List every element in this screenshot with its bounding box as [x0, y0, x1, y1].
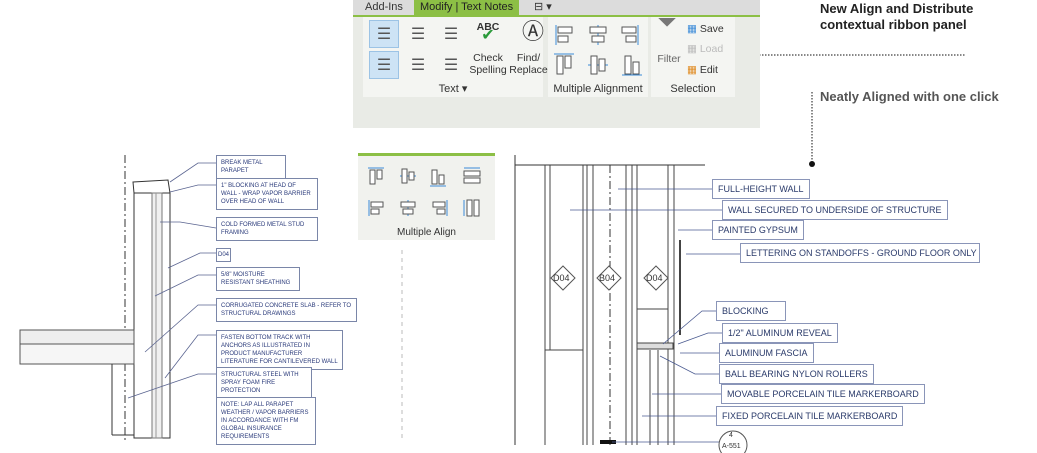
text-note[interactable]: ALUMINUM FASCIA: [719, 343, 814, 363]
text-note[interactable]: FIXED PORCELAIN TILE MARKERBOARD: [716, 406, 904, 426]
align-center-icon: [589, 25, 607, 45]
text-panel-label[interactable]: Text ▾: [363, 82, 543, 95]
align-bottom-icon: [622, 55, 642, 76]
text-note[interactable]: 5/8" MOISTURE RESISTANT SHEATHING: [216, 267, 300, 291]
text-note[interactable]: CORRUGATED CONCRETE SLAB - REFER TO STRU…: [216, 298, 357, 322]
wall-tag: B04: [599, 273, 616, 283]
text-note[interactable]: BLOCKING: [716, 301, 786, 321]
align-text-middle-icon[interactable]: ☰: [403, 20, 433, 48]
tab-add-ins[interactable]: Add-Ins: [359, 0, 409, 15]
align-text-center-icon[interactable]: ☰: [403, 51, 433, 79]
save-selection-button[interactable]: ▦ Save: [687, 23, 724, 35]
align-left-icon: [555, 25, 573, 45]
text-note[interactable]: 1/2" ALUMINUM REVEAL: [722, 323, 838, 343]
text-panel: ☰ ☰ ☰ ☰ ☰ ☰ ABC ✔ Check Spelling Ⓐ Find/…: [363, 17, 548, 97]
text-note[interactable]: BREAK METAL PARAPET: [216, 155, 286, 179]
checkmark-icon: ✔: [481, 27, 495, 44]
multiple-alignment-label: Multiple Alignment: [553, 83, 643, 95]
text-note[interactable]: PAINTED GYPSUM: [712, 220, 804, 240]
wall-tag: D04: [553, 273, 570, 283]
text-note[interactable]: D04: [216, 248, 232, 262]
load-selection-button: ▦ Load: [687, 43, 724, 55]
align-right-icon: [621, 25, 639, 45]
panel-label: Multiple Align: [397, 227, 456, 238]
align-middle-icon: [588, 55, 608, 75]
edit-selection-button[interactable]: ▦ Edit: [687, 64, 718, 76]
load-icon: ▦: [687, 43, 697, 55]
save-icon: ▦: [687, 23, 697, 35]
ribbon: Add-Ins Modify | Text Notes ⊟ ▾ ☰ ☰ ☰ ☰ …: [353, 0, 760, 128]
align-top-icon: [554, 53, 574, 75]
annotation-subtitle: Neatly Aligned with one click: [820, 89, 999, 104]
align-text-top-icon[interactable]: ☰: [369, 20, 399, 48]
align-middle-icon: [400, 168, 416, 184]
edit-icon: ▦: [687, 64, 697, 76]
ribbon-minimize-icon[interactable]: ⊟ ▾: [528, 0, 558, 15]
text-note[interactable]: COLD FORMED METAL STUD FRAMING: [216, 217, 318, 241]
tab-modify-text-notes[interactable]: Modify | Text Notes: [414, 0, 520, 15]
align-right-icon: [432, 200, 448, 216]
text-note[interactable]: MOVABLE PORCELAIN TILE MARKERBOARD: [721, 384, 925, 404]
text-note[interactable]: BALL BEARING NYLON ROLLERS: [719, 364, 874, 384]
find-replace-icon: Ⓐ: [521, 19, 544, 44]
align-center-icon: [400, 200, 416, 216]
distribute-horizontal-icon: [463, 167, 481, 184]
align-text-left-icon[interactable]: ☰: [369, 51, 399, 79]
section-mark-sheet: A-551: [722, 443, 741, 450]
text-note[interactable]: STRUCTURAL STEEL WITH SPRAY FOAM FIRE PR…: [216, 367, 312, 399]
find-replace-button[interactable]: Find/ Replace: [506, 52, 551, 76]
check-spelling-button[interactable]: Check Spelling: [469, 52, 507, 76]
align-bottom-icon: [430, 169, 446, 187]
selection-panel-label: Selection: [670, 83, 716, 95]
text-note[interactable]: NOTE: LAP ALL PARAPET WEATHER / VAPOR BA…: [216, 397, 316, 445]
selection-panel: ⏷ Filter ▦ Save ▦ Load ▦ Edit Selection: [651, 11, 735, 97]
distribute-vertical-icon: [463, 199, 480, 217]
multiple-alignment-panel: Multiple Alignment: [548, 17, 648, 97]
align-text-bottom-icon[interactable]: ☰: [436, 20, 466, 48]
align-top-icon: [368, 167, 384, 185]
section-mark-number: 4: [729, 432, 733, 439]
align-left-icon: [368, 200, 384, 216]
wall-tag: D04: [646, 273, 663, 283]
filter-icon[interactable]: ⏷: [653, 11, 681, 35]
text-note[interactable]: FULL-HEIGHT WALL: [712, 179, 810, 199]
filter-button[interactable]: Filter: [653, 53, 685, 65]
text-note[interactable]: 1" BLOCKING AT HEAD OF WALL - WRAP VAPOR…: [216, 178, 318, 210]
align-text-right-icon[interactable]: ☰: [436, 51, 466, 79]
multiple-align-panel: Multiple Align: [358, 153, 495, 240]
text-note[interactable]: WALL SECURED TO UNDERSIDE OF STRUCTURE: [722, 200, 948, 220]
annotation-title: New Align and Distribute contextual ribb…: [820, 1, 974, 32]
text-note[interactable]: LETTERING ON STANDOFFS - GROUND FLOOR ON…: [740, 243, 980, 263]
text-note[interactable]: FASTEN BOTTOM TRACK WITH ANCHORS AS ILLU…: [216, 330, 343, 370]
